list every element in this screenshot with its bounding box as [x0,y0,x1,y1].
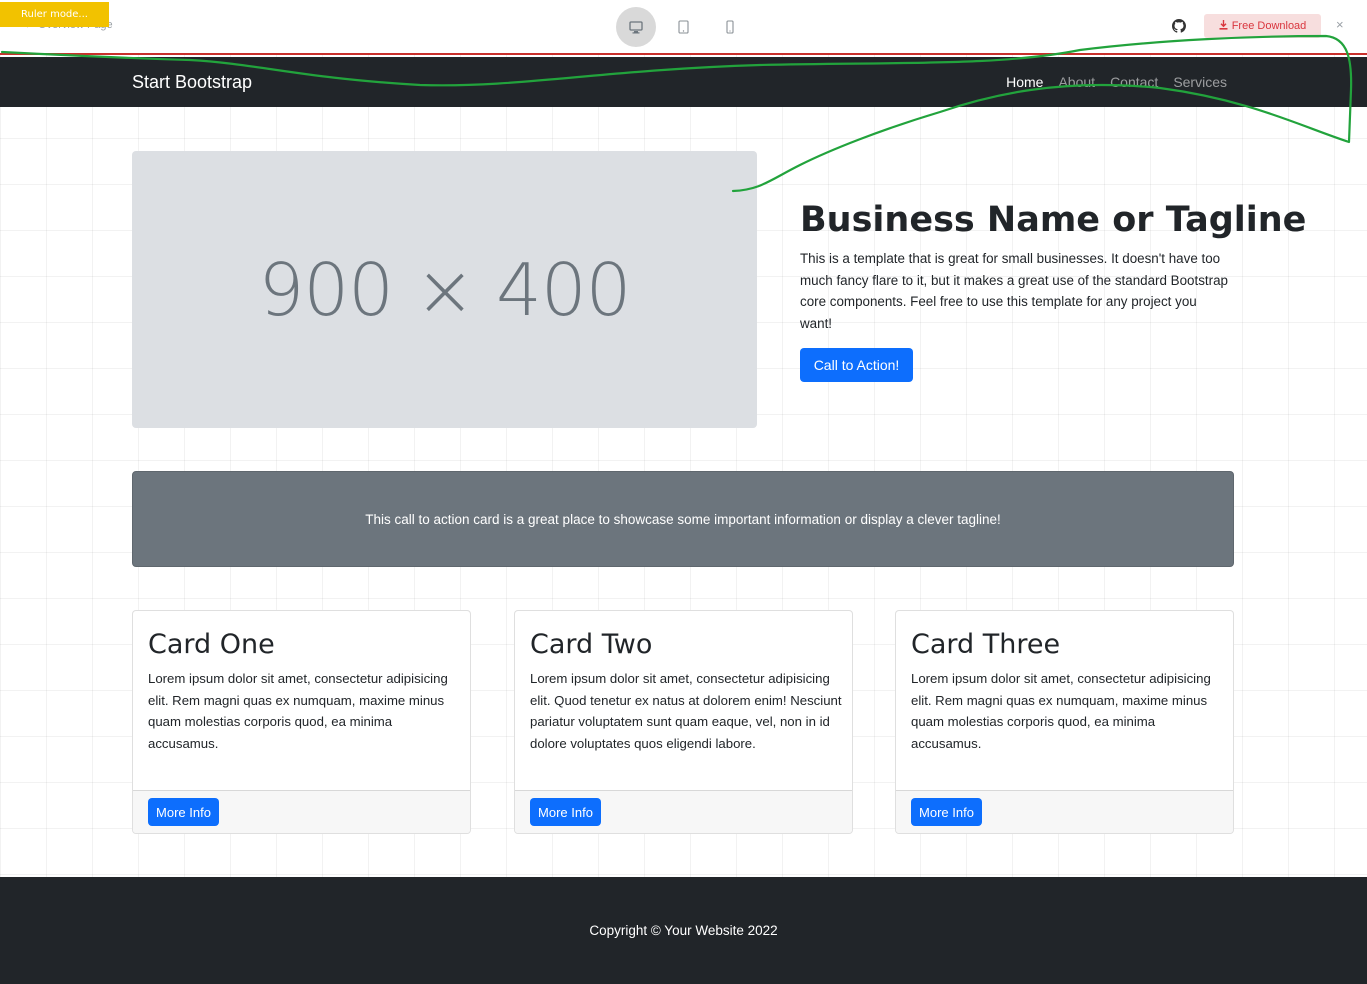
mobile-view-button[interactable] [710,7,750,47]
card-footer: More Info [133,790,470,833]
tablet-icon [677,20,689,34]
hero-title: Business Name or Tagline [800,200,1307,240]
card-title: Card One [148,629,275,660]
page: ← Overview Page Ruler mode... [0,0,1367,984]
free-download-button[interactable]: Free Download [1204,14,1321,38]
nav-link-services[interactable]: Services [1173,74,1227,90]
preview-toolbar: ← Overview Page Ruler mode... [0,0,1367,55]
card-text: Lorem ipsum dolor sit amet, consectetur … [911,671,1211,752]
card-text: Lorem ipsum dolor sit amet, consectetur … [530,671,842,752]
navbar: Start Bootstrap Home About Contact Servi… [0,57,1367,107]
github-icon[interactable] [1172,19,1186,33]
call-to-action-button[interactable]: Call to Action! [800,348,913,382]
card-footer: More Info [896,790,1233,833]
nav-link-home[interactable]: Home [1006,74,1043,90]
navbar-brand[interactable]: Start Bootstrap [132,72,252,93]
close-icon[interactable]: × [1336,17,1344,32]
more-info-button[interactable]: More Info [148,798,219,826]
device-switcher [616,7,757,47]
card-title: Card Two [530,629,653,660]
nav-links: Home About Contact Services [991,74,1227,90]
mobile-icon [726,20,734,34]
cta-card-text: This call to action card is a great plac… [365,511,1001,527]
card-three: Card Three Lorem ipsum dolor sit amet, c… [895,610,1234,834]
ruler-mode-badge[interactable]: Ruler mode... [0,2,109,27]
download-icon [1219,19,1228,33]
card-one: Card One Lorem ipsum dolor sit amet, con… [132,610,471,834]
card-title: Card Three [911,629,1061,660]
free-download-label: Free Download [1231,20,1307,32]
tablet-view-button[interactable] [663,7,703,47]
card-text: Lorem ipsum dolor sit amet, consectetur … [148,671,448,752]
desktop-view-button[interactable] [616,7,656,47]
nav-link-contact[interactable]: Contact [1110,74,1158,90]
card-two: Card Two Lorem ipsum dolor sit amet, con… [514,610,853,834]
more-info-button[interactable]: More Info [911,798,982,826]
call-to-action-card: This call to action card is a great plac… [132,471,1234,567]
nav-link-about[interactable]: About [1058,74,1095,90]
hero-image-placeholder: 900 × 400 [132,151,757,428]
card-footer: More Info [515,790,852,833]
hero-description: This is a template that is great for sma… [800,251,1228,332]
copyright-text: Copyright © Your Website 2022 [589,923,778,938]
footer: Copyright © Your Website 2022 [0,877,1367,984]
more-info-button[interactable]: More Info [530,798,601,826]
desktop-icon [629,20,643,34]
